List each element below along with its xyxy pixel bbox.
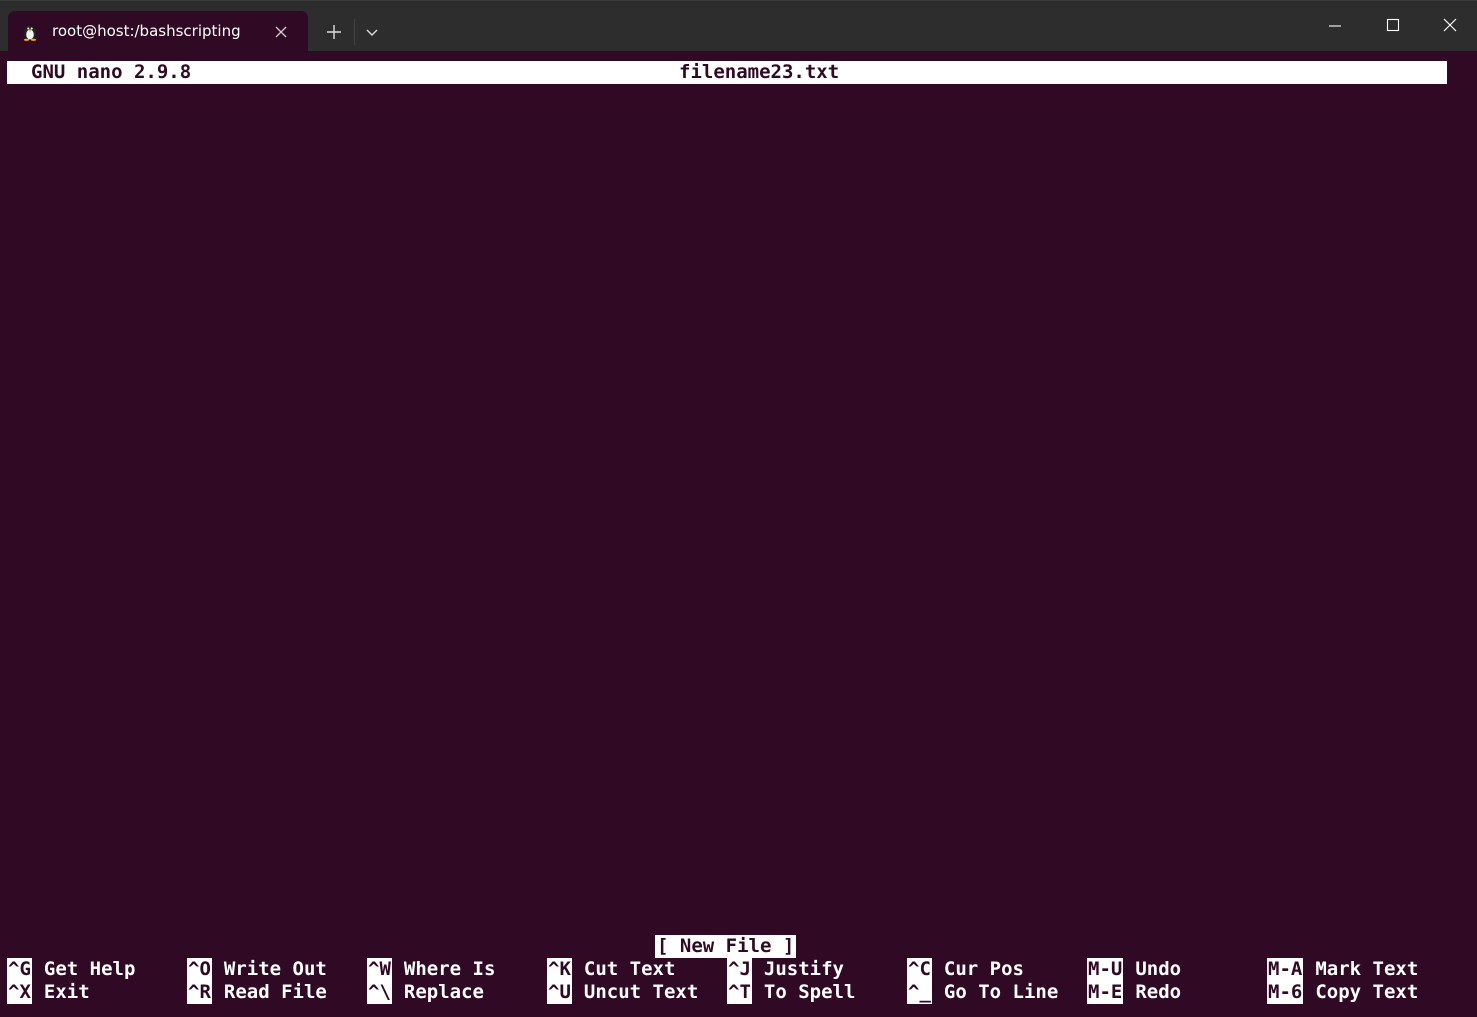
shortcut-label: Replace: [403, 981, 484, 1003]
minimize-button[interactable]: [1306, 1, 1364, 51]
shortcut-label: Mark Text: [1315, 958, 1419, 980]
shortcut-key: ^J: [727, 958, 752, 981]
maximize-button[interactable]: [1364, 1, 1422, 51]
shortcut-label: Copy Text: [1315, 981, 1419, 1003]
shortcut-undo[interactable]: M-U Undo: [1087, 958, 1181, 981]
shortcut-label: Cut Text: [583, 958, 676, 980]
close-window-button[interactable]: [1421, 1, 1477, 51]
shortcut-go-to-line[interactable]: ^_ Go To Line: [907, 981, 1058, 1004]
shortcut-replace[interactable]: ^\ Replace: [367, 981, 484, 1004]
terminal-tab[interactable]: root@host:/bashscripting: [8, 11, 308, 52]
shortcut-redo[interactable]: M-E Redo: [1087, 981, 1181, 1004]
shortcut-exit[interactable]: ^X Exit: [7, 981, 90, 1004]
nano-filename: filename23.txt: [679, 61, 840, 83]
shortcut-key: M-U: [1087, 958, 1124, 981]
terminal-window: root@host:/bashscripting GNU nano 2.9.8 …: [0, 0, 1477, 1017]
shortcut-label: Go To Line: [943, 981, 1059, 1003]
close-icon: [1443, 18, 1457, 32]
linux-penguin-icon: [21, 23, 39, 41]
shortcut-justify[interactable]: ^J Justify: [727, 958, 844, 981]
shortcut-key: ^R: [187, 981, 212, 1004]
minimize-icon: [1329, 25, 1341, 27]
maximize-icon: [1386, 18, 1400, 32]
shortcut-key: ^U: [547, 981, 572, 1004]
status-message: [ New File ]: [655, 935, 797, 958]
shortcut-key: ^W: [367, 958, 392, 981]
shortcut-write-out[interactable]: ^O Write Out: [187, 958, 327, 981]
new-tab-plus-icon[interactable]: [322, 20, 346, 44]
shortcut-label: Write Out: [223, 958, 327, 980]
shortcut-label: Cur Pos: [943, 958, 1024, 980]
shortcut-to-spell[interactable]: ^T To Spell: [727, 981, 855, 1004]
shortcut-key: ^_: [907, 981, 932, 1004]
shortcut-where-is[interactable]: ^W Where Is: [367, 958, 495, 981]
shortcut-label: Exit: [43, 981, 90, 1003]
shortcut-key: ^\: [367, 981, 392, 1004]
shortcut-label: Redo: [1135, 981, 1182, 1003]
shortcut-key: ^T: [727, 981, 752, 1004]
shortcut-cur-pos[interactable]: ^C Cur Pos: [907, 958, 1024, 981]
chevron-down-icon[interactable]: [360, 20, 384, 44]
shortcut-key: ^O: [187, 958, 212, 981]
shortcut-cut-text[interactable]: ^K Cut Text: [547, 958, 675, 981]
shortcut-read-file[interactable]: ^R Read File: [187, 981, 327, 1004]
shortcut-label: Where Is: [403, 958, 496, 980]
shortcut-label: Justify: [763, 958, 844, 980]
tab-close-icon[interactable]: [272, 23, 290, 41]
shortcut-key: ^C: [907, 958, 932, 981]
shortcut-label: To Spell: [763, 981, 856, 1003]
nano-version: GNU nano 2.9.8: [31, 61, 192, 83]
shortcut-label: Read File: [223, 981, 327, 1003]
shortcut-key: ^X: [7, 981, 32, 1004]
editor-text-area[interactable]: [7, 86, 1447, 932]
nano-header-bar: GNU nano 2.9.8 filename23.txt: [7, 61, 1447, 84]
shortcut-copy-text[interactable]: M-6 Copy Text: [1267, 981, 1418, 1004]
tab-title: root@host:/bashscripting: [52, 22, 241, 40]
shortcut-label: Get Help: [43, 958, 136, 980]
title-bar: root@host:/bashscripting: [0, 0, 1477, 52]
shortcut-uncut-text[interactable]: ^U Uncut Text: [547, 981, 698, 1004]
shortcut-key: M-E: [1087, 981, 1124, 1004]
shortcut-key: M-A: [1267, 958, 1304, 981]
shortcut-key: ^G: [7, 958, 32, 981]
shortcut-mark-text[interactable]: M-A Mark Text: [1267, 958, 1418, 981]
shortcut-label: Undo: [1135, 958, 1182, 980]
tab-separator: [354, 19, 355, 45]
shortcut-key: M-6: [1267, 981, 1304, 1004]
shortcut-label: Uncut Text: [583, 981, 699, 1003]
shortcut-get-help[interactable]: ^G Get Help: [7, 958, 135, 981]
shortcut-key: ^K: [547, 958, 572, 981]
